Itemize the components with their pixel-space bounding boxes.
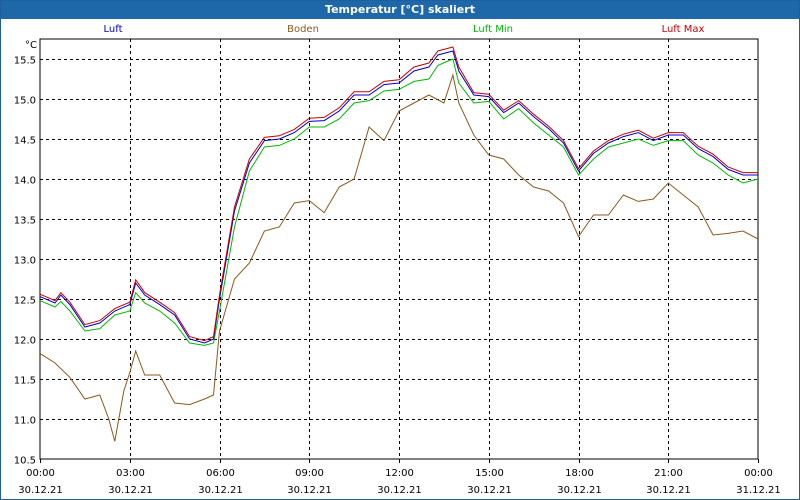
x-tick-time: 21:00 [654, 468, 683, 479]
x-tick-time: 12:00 [385, 468, 414, 479]
y-tick-label: 11.5 [14, 376, 36, 387]
x-tick-date: 30.12.21 [18, 485, 63, 496]
y-tick-label: 12.5 [14, 296, 36, 307]
x-tick-date: 30.12.21 [287, 485, 332, 496]
y-tick-label: 14.0 [14, 176, 36, 187]
x-tick-date: 30.12.21 [198, 485, 243, 496]
y-tick-label: 15.5 [14, 56, 36, 67]
y-tick-label: 14.5 [14, 136, 36, 147]
x-tick-date: 31.12.21 [736, 485, 781, 496]
x-tick-date: 30.12.21 [377, 485, 422, 496]
x-tick-time: 00:00 [744, 468, 773, 479]
x-tick-date: 30.12.21 [108, 485, 153, 496]
x-tick-date: 30.12.21 [646, 485, 691, 496]
chart-canvas: 10.5 11.0 11.5 12.0 12.5 13.0 13.5 14.0 14.5 15.0… [14, 38, 781, 496]
x-tick-time: 03:00 [116, 468, 145, 479]
x-tick-time: 00:00 [26, 468, 55, 479]
y-tick-label: 12.0 [14, 336, 36, 347]
y-axis-unit: °C [25, 40, 37, 51]
x-tick-date: 30.12.21 [557, 485, 602, 496]
y-tick-label: 13.5 [14, 216, 36, 227]
y-tick-label: 13.0 [14, 256, 36, 267]
y-tick-label: 10.5 [14, 456, 36, 467]
x-tick-time: 09:00 [295, 468, 324, 479]
y-tick-label: 11.0 [14, 416, 36, 427]
y-tick-label: 15.0 [14, 96, 36, 107]
x-tick-time: 18:00 [565, 468, 594, 479]
x-tick-time: 06:00 [206, 468, 235, 479]
x-tick-date: 30.12.21 [467, 485, 512, 496]
x-tick-time: 15:00 [475, 468, 504, 479]
